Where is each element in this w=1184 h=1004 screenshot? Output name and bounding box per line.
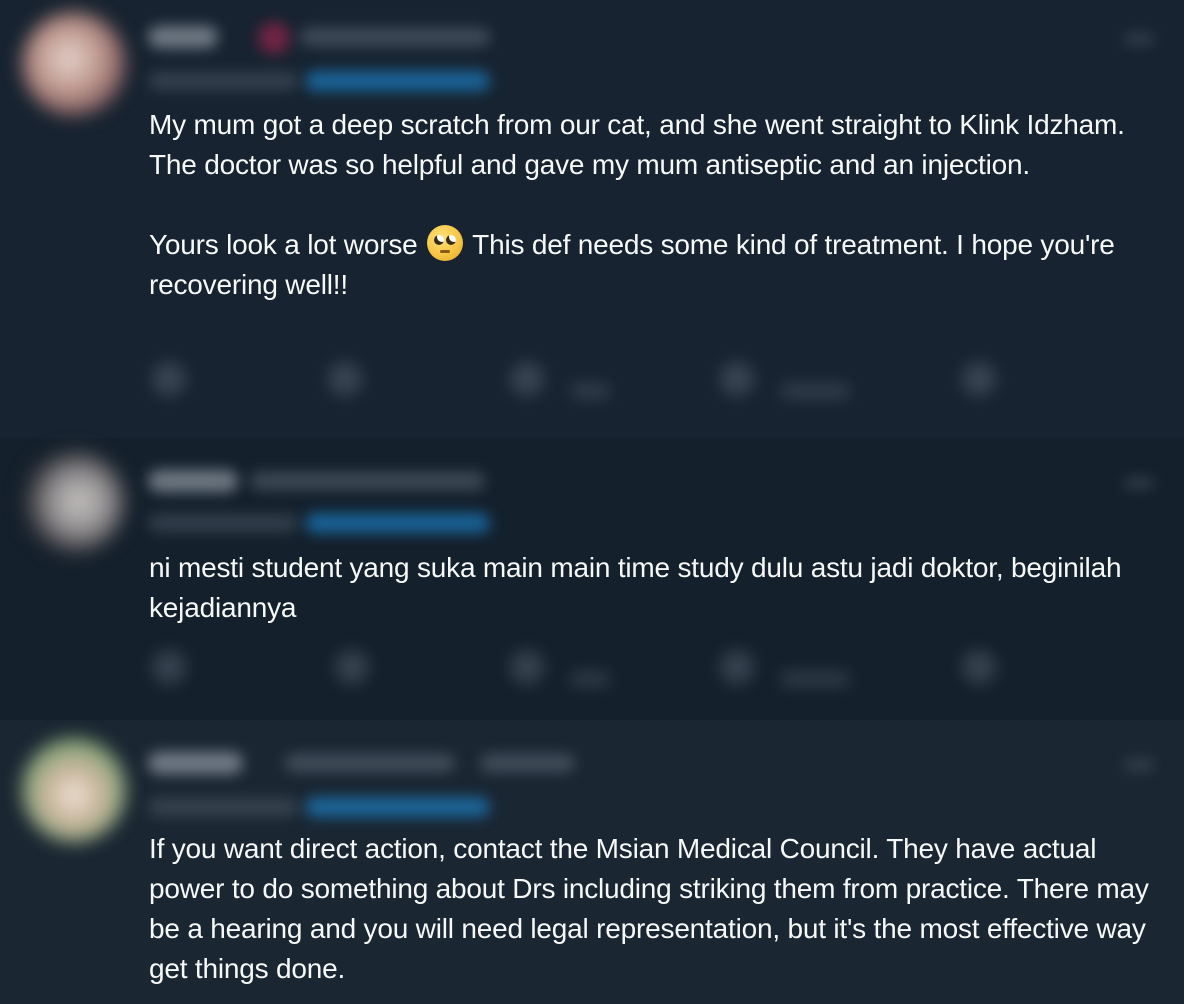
verified-badge-icon — [258, 22, 290, 54]
avatar[interactable] — [22, 12, 126, 116]
retweet-icon[interactable] — [328, 362, 362, 396]
share-icon[interactable] — [962, 650, 996, 684]
avatar[interactable] — [22, 738, 126, 842]
reply-text: ni mesti student yang suka main main tim… — [149, 548, 1159, 628]
replying-to-label-blurred — [148, 72, 298, 90]
timestamp-blurred[interactable] — [480, 754, 575, 772]
views-count-blurred — [780, 384, 850, 398]
handle-blurred — [300, 28, 490, 46]
more-options-icon[interactable] — [1124, 34, 1154, 44]
handle-blurred — [285, 754, 455, 772]
reply-paragraph: ni mesti student yang suka main main tim… — [149, 552, 1122, 623]
more-options-icon[interactable] — [1124, 478, 1154, 488]
reply-card[interactable]: My mum got a deep scratch from our cat, … — [0, 0, 1184, 438]
share-icon[interactable] — [962, 362, 996, 396]
like-count-blurred — [570, 672, 610, 686]
reply-paragraph: If you want direct action, contact the M… — [149, 833, 1149, 984]
display-name-blurred[interactable] — [148, 26, 218, 48]
face-with-rolling-eyes-icon — [427, 225, 464, 261]
reply-text-segment: Yours look a lot worse — [149, 229, 418, 260]
action-bar — [0, 362, 1184, 422]
display-name-blurred[interactable] — [148, 752, 243, 774]
reply-paragraph: Yours look a lot worse This def needs so… — [149, 225, 1159, 305]
views-icon[interactable] — [720, 650, 754, 684]
reply-card[interactable]: If you want direct action, contact the M… — [0, 720, 1184, 1004]
display-name-blurred[interactable] — [148, 470, 238, 492]
like-count-blurred — [570, 384, 610, 398]
handle-blurred — [250, 472, 485, 490]
replying-to-link-blurred[interactable] — [305, 71, 490, 91]
avatar[interactable] — [22, 450, 126, 554]
retweet-icon[interactable] — [335, 650, 369, 684]
replying-to-link-blurred[interactable] — [305, 513, 490, 533]
action-bar — [0, 650, 1184, 710]
reply-icon[interactable] — [152, 362, 186, 396]
replies-feed: My mum got a deep scratch from our cat, … — [0, 0, 1184, 1004]
more-options-icon[interactable] — [1124, 760, 1154, 770]
like-icon[interactable] — [510, 362, 544, 396]
views-icon[interactable] — [720, 362, 754, 396]
views-count-blurred — [780, 672, 850, 686]
reply-icon[interactable] — [152, 650, 186, 684]
replying-to-link-blurred[interactable] — [305, 797, 490, 817]
reply-card[interactable]: ni mesti student yang suka main main tim… — [0, 438, 1184, 720]
reply-text: If you want direct action, contact the M… — [149, 829, 1159, 989]
reply-paragraph: My mum got a deep scratch from our cat, … — [149, 109, 1125, 180]
replying-to-label-blurred — [148, 514, 298, 532]
like-icon[interactable] — [510, 650, 544, 684]
replying-to-label-blurred — [148, 798, 298, 816]
reply-text: My mum got a deep scratch from our cat, … — [149, 105, 1159, 305]
